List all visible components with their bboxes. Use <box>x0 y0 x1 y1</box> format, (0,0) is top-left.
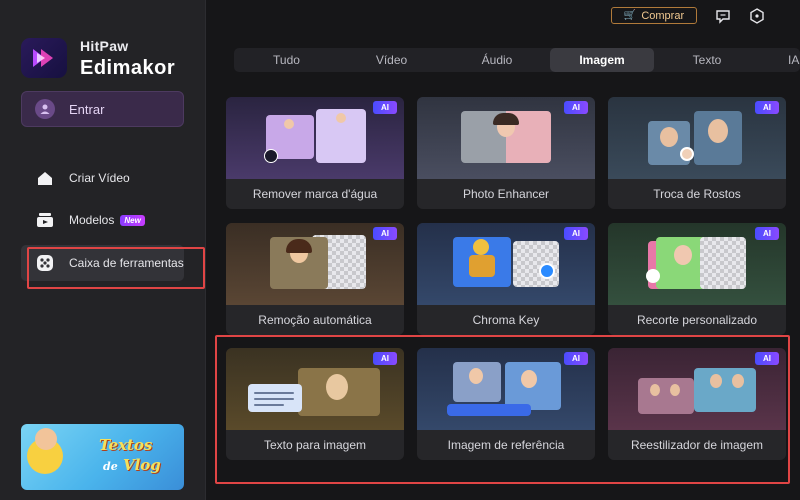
tab-image[interactable]: Imagem <box>550 48 654 72</box>
ai-badge: AI <box>755 227 779 240</box>
home-icon <box>35 168 55 188</box>
sidebar-item-toolbox[interactable]: Caixa de ferramentas <box>21 245 184 281</box>
ai-badge: AI <box>755 101 779 114</box>
tab-video[interactable]: Vídeo <box>339 48 444 72</box>
brand-name-main: Edimakor <box>80 57 176 79</box>
logo-icon <box>33 49 53 67</box>
buy-button[interactable]: 🛒 Comprar <box>611 7 697 24</box>
promo-title-word: Vlog <box>122 456 161 474</box>
tool-card-label: Photo Enhancer <box>462 187 550 201</box>
tab-ai[interactable]: IA <box>760 48 800 72</box>
ai-badge: AI <box>564 101 588 114</box>
sidebar-item-label: Criar Vídeo <box>69 171 130 185</box>
toolbox-icon <box>35 253 55 273</box>
tool-card-custom-cutout[interactable]: AI Recorte personalizado <box>608 223 786 335</box>
tool-card-label: Chroma Key <box>472 313 540 327</box>
new-badge: New <box>120 214 145 226</box>
template-icon <box>35 210 55 230</box>
brand-name-top: HitPaw <box>80 38 129 54</box>
feedback-icon[interactable] <box>714 7 732 25</box>
tool-card-image-restyler[interactable]: AI Reestilizador de imagem <box>608 348 786 460</box>
sidebar-item-label: Modelos <box>69 213 115 227</box>
ai-badge: AI <box>564 227 588 240</box>
tab-audio[interactable]: Áudio <box>444 48 550 72</box>
login-label: Entrar <box>69 101 105 117</box>
tool-card-label: Recorte personalizado <box>636 313 758 327</box>
sidebar: HitPaw Edimakor Entrar Criar Vídeo Model… <box>0 0 206 500</box>
tool-card-label: Texto para imagem <box>263 438 367 452</box>
buy-label: Comprar <box>641 9 685 22</box>
sidebar-item-templates[interactable]: Modelos New <box>21 202 184 238</box>
promo-title-line2: de Vlog <box>103 456 161 474</box>
promo-banner[interactable]: Textos de Vlog <box>21 424 184 490</box>
ai-badge: AI <box>373 227 397 240</box>
category-tabs: Tudo Vídeo Áudio Imagem Texto IA <box>234 48 800 72</box>
ai-badge: AI <box>564 352 588 365</box>
tab-all[interactable]: Tudo <box>234 48 339 72</box>
tool-card-auto-removal[interactable]: AI Remoção automática <box>226 223 404 335</box>
sidebar-item-create-video[interactable]: Criar Vídeo <box>21 160 184 196</box>
tool-card-label: Remoção automática <box>258 313 372 327</box>
promo-title-prefix: de <box>103 460 118 473</box>
promo-title-line1: Textos <box>99 436 153 454</box>
tool-card-face-swap[interactable]: AI Troca de Rostos <box>608 97 786 209</box>
ai-badge: AI <box>373 101 397 114</box>
settings-icon[interactable] <box>748 7 766 25</box>
tool-card-watermark-remover[interactable]: AI Remover marca d'água <box>226 97 404 209</box>
tool-card-chroma-key[interactable]: AI Chroma Key <box>417 223 595 335</box>
tool-card-label: Imagem de referência <box>447 438 565 452</box>
user-icon <box>35 99 55 119</box>
tool-card-text-to-image[interactable]: AI Texto para imagem <box>226 348 404 460</box>
child-illustration <box>35 428 57 450</box>
sidebar-item-label: Caixa de ferramentas <box>69 256 184 270</box>
tool-card-photo-enhancer[interactable]: AI Photo Enhancer <box>417 97 595 209</box>
tool-card-reference-image[interactable]: AI Imagem de referência <box>417 348 595 460</box>
ai-badge: AI <box>755 352 779 365</box>
tab-text[interactable]: Texto <box>654 48 760 72</box>
tool-card-label: Reestilizador de imagem <box>630 438 764 452</box>
tool-card-label: Troca de Rostos <box>653 187 741 201</box>
ai-badge: AI <box>373 352 397 365</box>
tool-card-label: Remover marca d'água <box>252 187 378 201</box>
login-button[interactable]: Entrar <box>21 91 184 127</box>
app-logo <box>21 38 67 78</box>
cart-icon: 🛒 <box>623 10 637 21</box>
